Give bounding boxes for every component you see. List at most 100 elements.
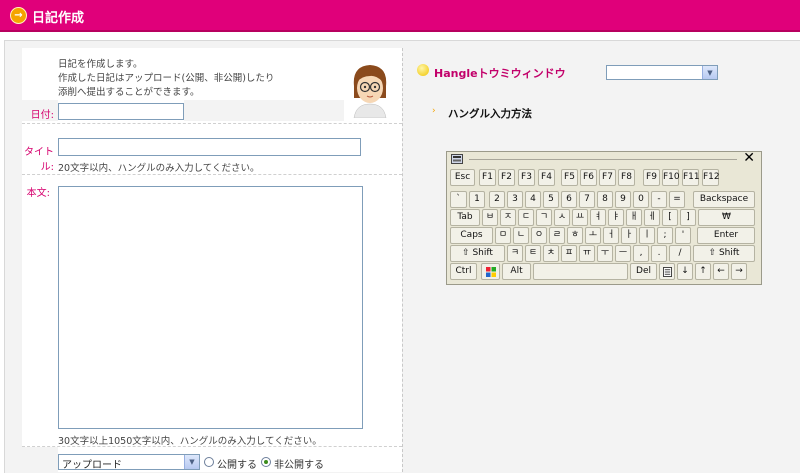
key-enter[interactable]: Enter [697,227,755,244]
key-char[interactable]: ㄹ [549,227,565,244]
key-shift[interactable]: ⇧ Shift [693,245,755,262]
key-char[interactable]: [ [662,209,678,226]
key-f5[interactable]: F5 [561,169,578,186]
key-char[interactable]: ㅔ [644,209,660,226]
key-char[interactable]: ㅠ [579,245,595,262]
page-title: 日記作成 [32,11,85,26]
key-ctrl[interactable]: Ctrl [450,263,477,280]
key-char[interactable]: ' [675,227,691,244]
key-char[interactable]: ㅕ [590,209,606,226]
upload-select-value: アップロード [62,460,122,471]
key-char[interactable]: ㅑ [608,209,624,226]
windows-key-icon[interactable] [481,263,500,280]
title-hint: 20文字以内、ハングルのみ入力してください。 [58,163,260,174]
key-char[interactable]: / [669,245,691,262]
key-char[interactable]: = [669,191,685,208]
key-char[interactable]: ㅏ [621,227,637,244]
avatar [353,65,387,118]
key-char[interactable]: - [651,191,667,208]
key-f1[interactable]: F1 [479,169,496,186]
key-char[interactable]: ₩ [698,209,755,226]
key-f2[interactable]: F2 [498,169,515,186]
hangle-window-select[interactable]: ▼ [606,65,718,80]
key-char[interactable]: ㄴ [513,227,529,244]
key-char[interactable]: ㅇ [531,227,547,244]
menu-key-icon[interactable] [659,263,675,280]
key-char[interactable]: ㅈ [500,209,516,226]
key-char[interactable]: ㅍ [561,245,577,262]
key-f11[interactable]: F11 [682,169,700,186]
upload-select[interactable]: アップロード ▼ [58,454,200,471]
key-8[interactable]: 8 [597,191,613,208]
space-key[interactable] [533,263,628,280]
intro-line-1: 日記を作成します。 [58,59,143,70]
key-char[interactable]: ㄱ [536,209,552,226]
hangul-input-method-link[interactable]: ハングル入力方法 [448,106,532,121]
key-0[interactable]: 0 [633,191,649,208]
key-char[interactable]: ↓ [677,263,693,280]
key-backspace[interactable]: Backspace [693,191,755,208]
key-f8[interactable]: F8 [618,169,635,186]
key-esc[interactable]: Esc [450,169,475,186]
key-char[interactable]: ↑ [695,263,711,280]
key-char[interactable]: ] [680,209,696,226]
radio-public-label[interactable]: 公開する [217,456,257,471]
key-char[interactable]: ㅗ [585,227,601,244]
keyboard-grip [469,159,737,160]
key-char[interactable]: ㅅ [554,209,570,226]
key-char[interactable]: ㄷ [518,209,534,226]
key-f6[interactable]: F6 [580,169,597,186]
key-char[interactable]: ㅎ [567,227,583,244]
key-5[interactable]: 5 [543,191,559,208]
close-icon[interactable]: ✕ [743,150,755,166]
key-7[interactable]: 7 [579,191,595,208]
key-2[interactable]: 2 [489,191,505,208]
key-tab[interactable]: Tab [450,209,480,226]
key-char[interactable]: ㅜ [597,245,613,262]
radio-private[interactable] [261,457,271,467]
key-char[interactable]: ㅂ [482,209,498,226]
key-char[interactable]: ㅊ [543,245,559,262]
key-char[interactable]: ㅛ [572,209,588,226]
chevron-down-icon[interactable]: ▼ [184,455,199,469]
key-char[interactable]: ` [450,191,467,208]
key-4[interactable]: 4 [525,191,541,208]
key-char[interactable]: ; [657,227,673,244]
key-f7[interactable]: F7 [599,169,616,186]
key-f12[interactable]: F12 [702,169,720,186]
arrow-right-icon: → [10,7,27,24]
key-f3[interactable]: F3 [518,169,535,186]
key-char[interactable]: ㅋ [507,245,523,262]
key-char[interactable]: ㅡ [615,245,631,262]
radio-public[interactable] [204,457,214,467]
key-char[interactable]: → [731,263,747,280]
key-char[interactable]: . [651,245,667,262]
action-label-cell [22,447,58,472]
radio-selected-dot [264,460,268,464]
body-textarea[interactable] [58,186,363,429]
key-f10[interactable]: F10 [662,169,680,186]
title-label: タイトル: [24,147,54,173]
chevron-down-icon[interactable]: ▼ [702,66,717,79]
title-field[interactable] [58,138,361,156]
key-char[interactable]: ← [713,263,729,280]
key-char[interactable]: ㅓ [603,227,619,244]
key-caps[interactable]: Caps [450,227,493,244]
key-3[interactable]: 3 [507,191,523,208]
date-field[interactable] [58,103,184,120]
key-char[interactable]: ㅌ [525,245,541,262]
key-alt[interactable]: Alt [502,263,531,280]
date-row-fill [184,100,344,121]
key-char[interactable]: , [633,245,649,262]
key-char[interactable]: ㅣ [639,227,655,244]
key-del[interactable]: Del [630,263,657,280]
key-f9[interactable]: F9 [643,169,660,186]
key-char[interactable]: ㅐ [626,209,642,226]
radio-private-label[interactable]: 非公開する [274,456,324,471]
key-char[interactable]: ㅁ [495,227,511,244]
key-shift[interactable]: ⇧ Shift [450,245,505,262]
key-6[interactable]: 6 [561,191,577,208]
key-f4[interactable]: F4 [538,169,555,186]
key-1[interactable]: 1 [469,191,485,208]
key-9[interactable]: 9 [615,191,631,208]
